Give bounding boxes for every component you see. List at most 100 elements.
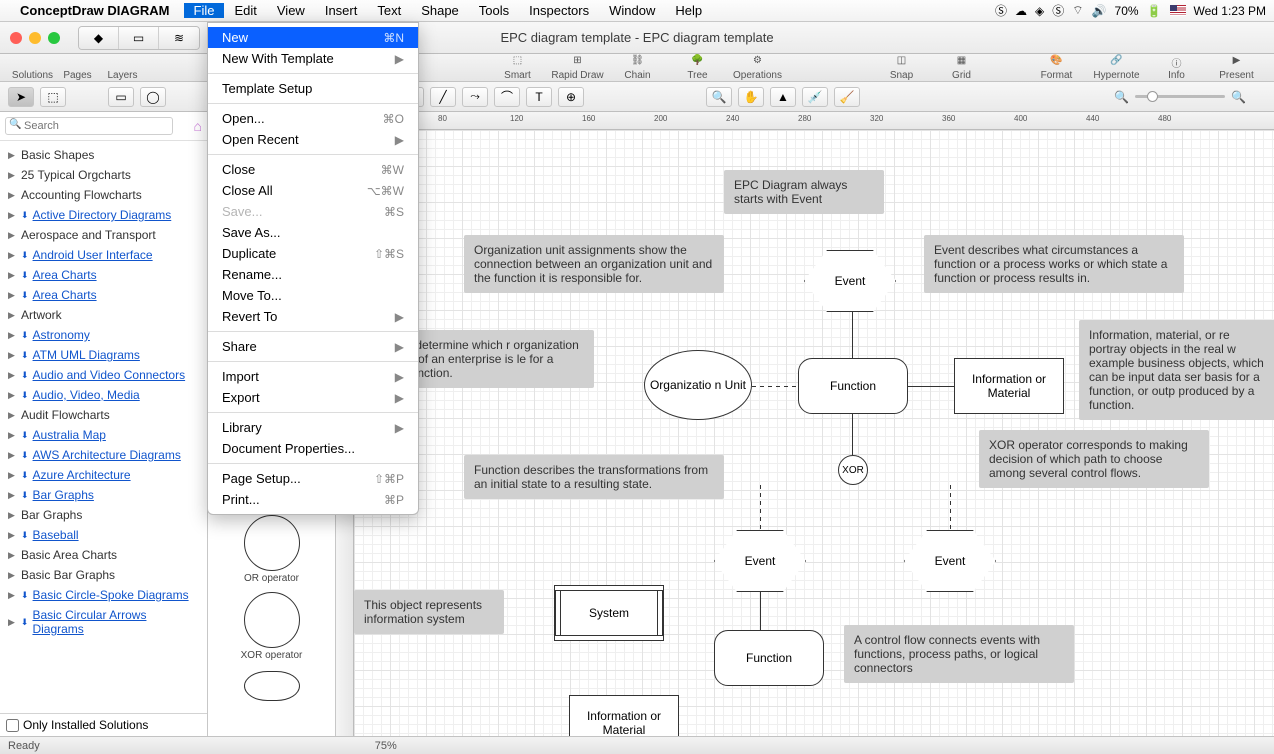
library-link[interactable]: Azure Architecture: [33, 468, 131, 482]
menu-item-open-recent[interactable]: Open Recent▶: [208, 129, 418, 150]
close-window[interactable]: [10, 32, 22, 44]
info-button[interactable]: ⓘInfo: [1149, 55, 1204, 81]
library-item[interactable]: ▶⬇Android User Interface: [0, 245, 207, 265]
disclosure-icon[interactable]: ▶: [8, 410, 17, 421]
chain-button[interactable]: ⛓Chain: [610, 55, 665, 81]
disclosure-icon[interactable]: ▶: [8, 617, 17, 628]
menu-insert[interactable]: Insert: [315, 3, 368, 18]
flag-icon[interactable]: [1170, 5, 1186, 16]
library-item[interactable]: ▶⬇ATM UML Diagrams: [0, 345, 207, 365]
clock[interactable]: Wed 1:23 PM: [1194, 4, 1266, 18]
disclosure-icon[interactable]: ▶: [8, 230, 17, 241]
menu-view[interactable]: View: [267, 3, 315, 18]
menu-help[interactable]: Help: [665, 3, 712, 18]
node-system[interactable]: System: [554, 585, 664, 641]
menu-text[interactable]: Text: [367, 3, 411, 18]
line-tool[interactable]: ╱: [430, 87, 456, 107]
node-info-2[interactable]: Information or Material: [569, 695, 679, 736]
menu-item-export[interactable]: Export▶: [208, 387, 418, 408]
volume-icon[interactable]: 🔊: [1092, 4, 1107, 18]
zoom-out-icon[interactable]: 🔍: [1114, 90, 1129, 104]
arc-tool[interactable]: ⌒: [494, 87, 520, 107]
menu-item-page-setup-[interactable]: Page Setup...⇧⌘P: [208, 468, 418, 489]
menu-item-save-as-[interactable]: Save As...: [208, 222, 418, 243]
maximize-window[interactable]: [48, 32, 60, 44]
menu-item-duplicate[interactable]: Duplicate⇧⌘S: [208, 243, 418, 264]
present-button[interactable]: ▶Present: [1209, 55, 1264, 81]
battery-pct[interactable]: 70%: [1115, 4, 1139, 18]
library-item[interactable]: ▶⬇Astronomy: [0, 325, 207, 345]
library-link[interactable]: Audio, Video, Media: [33, 388, 140, 402]
ellipse-tool[interactable]: ◯: [140, 87, 166, 107]
library-link[interactable]: AWS Architecture Diagrams: [33, 448, 181, 462]
library-item[interactable]: ▶⬇Audio, Video, Media: [0, 385, 207, 405]
node-function-1[interactable]: Function: [798, 358, 908, 414]
menu-item-new[interactable]: New⌘N: [208, 27, 418, 48]
eraser-tool[interactable]: 🧹: [834, 87, 860, 107]
zoom-in-icon[interactable]: 🔍: [1231, 90, 1246, 104]
menu-item-move-to-[interactable]: Move To...: [208, 285, 418, 306]
disclosure-icon[interactable]: ▶: [8, 370, 17, 381]
menu-item-share[interactable]: Share▶: [208, 336, 418, 357]
library-item[interactable]: ▶25 Typical Orgcharts: [0, 165, 207, 185]
library-item[interactable]: ▶Accounting Flowcharts: [0, 185, 207, 205]
tab-solutions[interactable]: ◆: [79, 27, 119, 49]
battery-icon[interactable]: 🔋: [1147, 4, 1162, 18]
disclosure-icon[interactable]: ▶: [8, 470, 17, 481]
tab-layers[interactable]: ≋: [159, 27, 199, 49]
tab-pages[interactable]: ▭: [119, 27, 159, 49]
node-event-1[interactable]: Event: [804, 250, 896, 312]
siri-icon[interactable]: Ⓢ: [995, 2, 1007, 19]
library-item[interactable]: ▶⬇Azure Architecture: [0, 465, 207, 485]
library-item[interactable]: ▶⬇Basic Circular Arrows Diagrams: [0, 605, 207, 639]
menu-window[interactable]: Window: [599, 3, 665, 18]
disclosure-icon[interactable]: ▶: [8, 510, 17, 521]
library-item[interactable]: ▶⬇AWS Architecture Diagrams: [0, 445, 207, 465]
library-item[interactable]: ▶⬇Area Charts: [0, 285, 207, 305]
cloud-icon[interactable]: ☁: [1015, 4, 1027, 18]
only-installed-checkbox[interactable]: [6, 719, 19, 732]
stamp-tool[interactable]: ▲: [770, 87, 796, 107]
menu-item-import[interactable]: Import▶: [208, 366, 418, 387]
node-event-3[interactable]: Event: [904, 530, 996, 592]
tree-button[interactable]: 🌳Tree: [670, 55, 725, 81]
select-tool[interactable]: ⬚: [40, 87, 66, 107]
search-input[interactable]: [5, 117, 173, 135]
library-link[interactable]: Australia Map: [33, 428, 106, 442]
library-item[interactable]: ▶⬇Basic Circle-Spoke Diagrams: [0, 585, 207, 605]
disclosure-icon[interactable]: ▶: [8, 430, 17, 441]
library-link[interactable]: ATM UML Diagrams: [33, 348, 140, 362]
library-link[interactable]: Astronomy: [33, 328, 90, 342]
node-orgunit[interactable]: Organizatio n Unit: [644, 350, 752, 420]
node-event-2[interactable]: Event: [714, 530, 806, 592]
menu-item-close[interactable]: Close⌘W: [208, 159, 418, 180]
zoom-tool[interactable]: 🔍: [706, 87, 732, 107]
smart-button[interactable]: ⬚Smart: [490, 55, 545, 81]
menu-item-document-properties-[interactable]: Document Properties...: [208, 438, 418, 459]
library-item[interactable]: ▶Basic Area Charts: [0, 545, 207, 565]
disclosure-icon[interactable]: ▶: [8, 450, 17, 461]
disclosure-icon[interactable]: ▶: [8, 570, 17, 581]
library-item[interactable]: ▶⬇Audio and Video Connectors: [0, 365, 207, 385]
menu-item-revert-to[interactable]: Revert To▶: [208, 306, 418, 327]
library-item[interactable]: ▶Artwork: [0, 305, 207, 325]
library-item[interactable]: ▶⬇Area Charts: [0, 265, 207, 285]
minimize-window[interactable]: [29, 32, 41, 44]
menu-inspectors[interactable]: Inspectors: [519, 3, 599, 18]
rect-tool[interactable]: ▭: [108, 87, 134, 107]
menu-item-print-[interactable]: Print...⌘P: [208, 489, 418, 510]
menu-edit[interactable]: Edit: [224, 3, 266, 18]
library-item[interactable]: ▶⬇Bar Graphs: [0, 485, 207, 505]
canvas[interactable]: EPC Diagram always starts with Event Org…: [354, 130, 1274, 736]
insert-tool[interactable]: ⊕: [558, 87, 584, 107]
library-link[interactable]: Area Charts: [33, 268, 97, 282]
xor-shape[interactable]: [244, 592, 300, 648]
disclosure-icon[interactable]: ▶: [8, 270, 17, 281]
node-xor[interactable]: XOR: [838, 455, 868, 485]
disclosure-icon[interactable]: ▶: [8, 250, 17, 261]
disclosure-icon[interactable]: ▶: [8, 590, 17, 601]
library-link[interactable]: Android User Interface: [33, 248, 153, 262]
format-button[interactable]: 🎨Format: [1029, 55, 1084, 81]
library-link[interactable]: Active Directory Diagrams: [33, 208, 172, 222]
disclosure-icon[interactable]: ▶: [8, 550, 17, 561]
